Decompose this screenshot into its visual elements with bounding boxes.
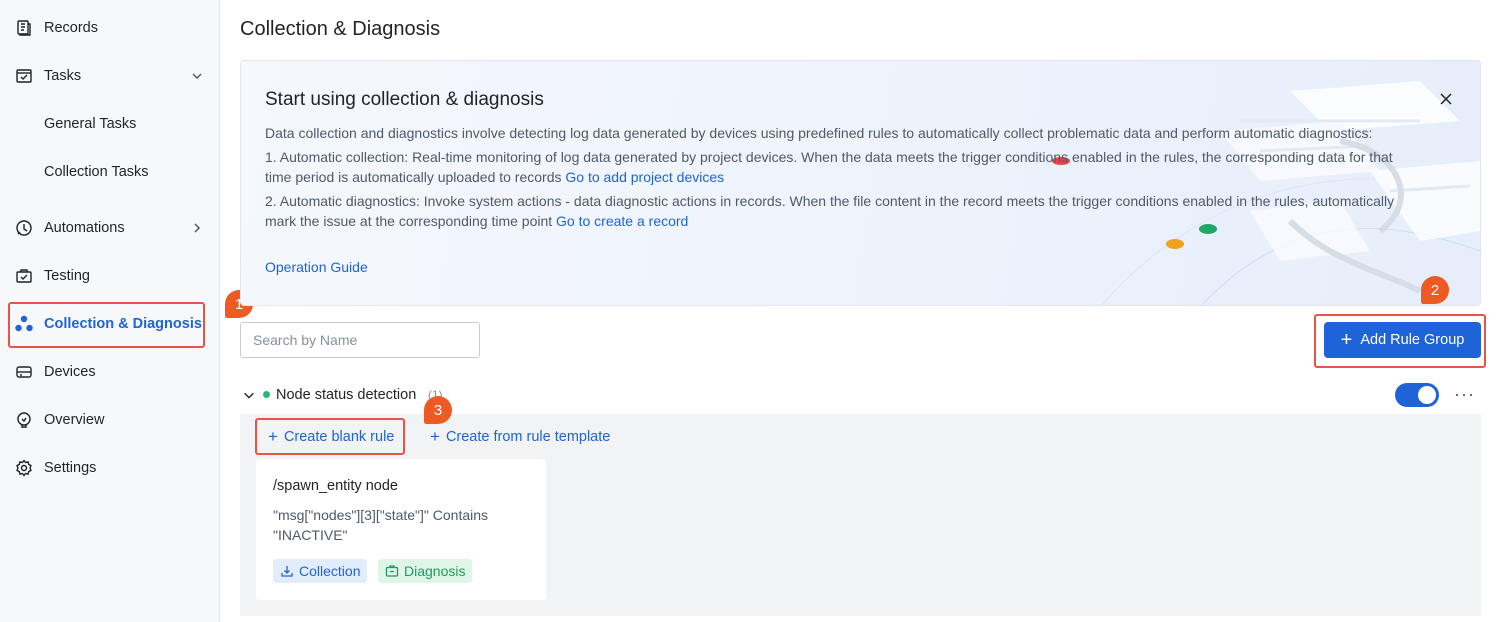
rule-card[interactable]: /spawn_entity node "msg["nodes"][3]["sta…	[256, 459, 546, 600]
sidebar-item-overview[interactable]: Overview	[0, 396, 219, 444]
create-blank-rule-button[interactable]: + Create blank rule	[268, 428, 394, 445]
testing-icon	[14, 266, 34, 286]
sidebar-item-label: Automations	[44, 220, 125, 236]
rule-group-body: + Create blank rule + Create from rule t…	[240, 414, 1481, 616]
add-rule-group-button[interactable]: + Add Rule Group	[1324, 322, 1481, 358]
page-title: Collection & Diagnosis	[240, 18, 441, 40]
create-from-template-button[interactable]: + Create from rule template	[430, 428, 610, 445]
banner-title: Start using collection & diagnosis	[265, 89, 544, 110]
banner-point-1: 1. Automatic collection: Real-time monit…	[265, 149, 1393, 185]
sidebar-item-tasks[interactable]: Tasks	[0, 52, 219, 100]
rule-condition: "msg["nodes"][3]["state"]" Contains "INA…	[273, 507, 489, 543]
upload-tray-icon	[281, 566, 293, 577]
intro-banner: Start using collection & diagnosis Data …	[240, 60, 1481, 306]
collection-diagnosis-icon	[14, 314, 34, 334]
create-record-link[interactable]: Go to create a record	[556, 213, 688, 229]
plus-icon: +	[1340, 329, 1353, 351]
sidebar-item-label: Records	[44, 20, 98, 36]
sidebar-item-label: General Tasks	[44, 116, 137, 132]
operation-guide-link[interactable]: Operation Guide	[265, 259, 368, 275]
status-dot	[263, 391, 270, 398]
plus-icon: +	[268, 427, 278, 446]
more-icon[interactable]: ···	[1454, 384, 1475, 405]
sidebar-item-testing[interactable]: Testing	[0, 252, 219, 300]
gear-icon	[14, 458, 34, 478]
sidebar-item-label: Collection Tasks	[44, 164, 149, 180]
automations-icon	[14, 218, 34, 238]
step-badge-2: 2	[1421, 276, 1449, 304]
plus-icon: +	[430, 427, 440, 446]
tasks-icon	[14, 66, 34, 86]
chevron-down-icon	[192, 73, 202, 80]
rule-group-enable-toggle[interactable]	[1395, 383, 1439, 407]
sidebar-item-settings[interactable]: Settings	[0, 444, 219, 492]
chevron-right-icon	[194, 223, 201, 233]
collection-tag: Collection	[273, 559, 368, 583]
sidebar-item-label: Tasks	[44, 68, 82, 84]
sidebar-item-records[interactable]: Records	[0, 4, 219, 52]
chevron-down-icon[interactable]	[242, 388, 256, 402]
diagnosis-tag: Diagnosis	[378, 559, 473, 583]
briefcase-icon	[385, 565, 399, 577]
overview-icon	[14, 410, 34, 430]
rule-title: /spawn_entity node	[273, 478, 398, 494]
devices-icon	[14, 362, 34, 382]
banner-point-2: 2. Automatic diagnostics: Invoke system …	[265, 193, 1395, 229]
banner-intro: Data collection and diagnostics involve …	[265, 125, 1373, 141]
sidebar-item-collection-diagnosis[interactable]: Collection & Diagnosis	[0, 300, 219, 348]
step-badge-3: 3	[424, 396, 452, 424]
sidebar-item-label: Settings	[44, 460, 97, 476]
sidebar-item-label: Testing	[44, 268, 90, 284]
sidebar-item-general-tasks[interactable]: General Tasks	[0, 100, 219, 148]
sidebar-item-collection-tasks[interactable]: Collection Tasks	[0, 148, 219, 196]
sidebar-item-devices[interactable]: Devices	[0, 348, 219, 396]
rule-group-name: Node status detection	[276, 387, 417, 403]
sidebar-item-automations[interactable]: Automations	[0, 204, 219, 252]
records-icon	[14, 18, 34, 38]
search-input[interactable]	[240, 322, 480, 358]
add-project-devices-link[interactable]: Go to add project devices	[565, 169, 724, 185]
sidebar-item-label: Devices	[44, 364, 96, 380]
sidebar-item-label: Overview	[44, 412, 105, 428]
sidebar-item-label: Collection & Diagnosis	[44, 316, 202, 332]
sidebar: Records Tasks General Tasks Collection T…	[0, 0, 220, 622]
close-icon[interactable]	[1438, 91, 1454, 107]
